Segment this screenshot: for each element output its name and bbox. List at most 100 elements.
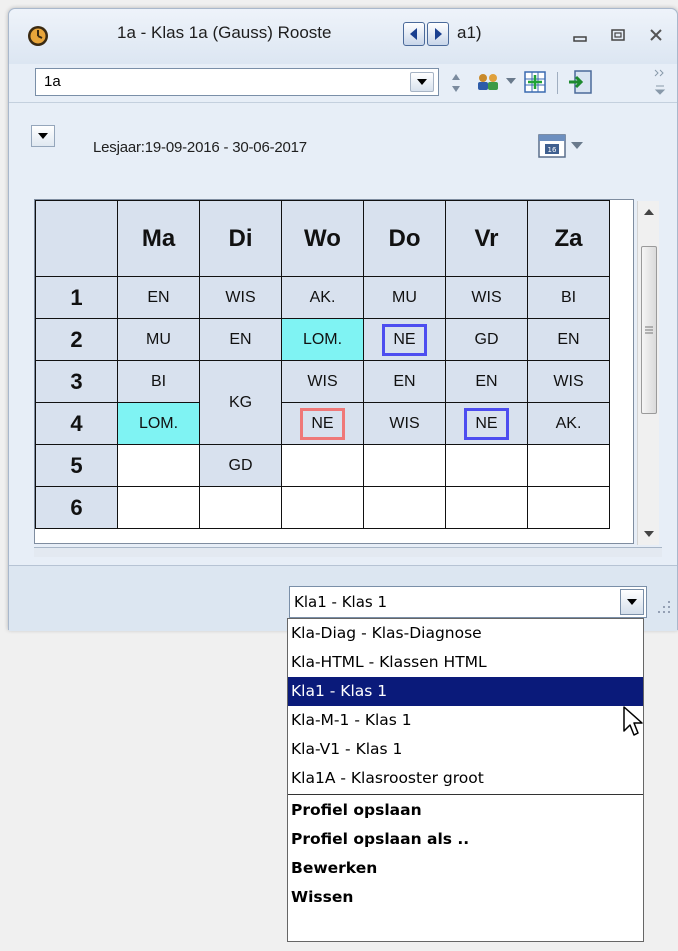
- info-bar: Lesjaar:19-09-2016 - 30-06-2017 16: [9, 102, 677, 198]
- edit-profile-action[interactable]: Bewerken: [288, 854, 643, 883]
- users-dropdown-icon[interactable]: [506, 78, 516, 84]
- window-controls: [569, 25, 667, 45]
- next-arrow-icon[interactable]: [427, 22, 449, 46]
- lesson-cell[interactable]: [281, 486, 364, 529]
- lesson-cell[interactable]: AK.: [527, 402, 610, 445]
- day-header-wo[interactable]: Wo: [281, 200, 364, 277]
- options-dropdown-button[interactable]: [31, 125, 55, 147]
- period-header-6[interactable]: 6: [35, 486, 118, 529]
- grid-icon[interactable]: [524, 71, 546, 93]
- save-profile-as-action[interactable]: Profiel opslaan als ..: [288, 825, 643, 854]
- grip-lines-icon: [645, 326, 653, 334]
- clock-app-icon: [28, 26, 48, 46]
- lesson-cell[interactable]: EN: [527, 318, 610, 361]
- lesson-cell[interactable]: [117, 444, 200, 487]
- lesson-cell[interactable]: WIS: [363, 402, 446, 445]
- profile-option[interactable]: Kla-V1 - Klas 1: [288, 735, 643, 764]
- minimize-icon[interactable]: [569, 25, 591, 45]
- calendar-button[interactable]: 16: [534, 128, 594, 162]
- scroll-thumb[interactable]: [641, 246, 657, 414]
- scroll-up-icon[interactable]: [644, 209, 654, 215]
- profile-select-value: Kla1 - Klas 1: [294, 593, 388, 611]
- lesson-cell-conflict[interactable]: NE: [281, 402, 364, 445]
- lesson-cell[interactable]: [445, 444, 528, 487]
- users-icon[interactable]: [476, 72, 500, 92]
- class-select[interactable]: 1a: [35, 68, 439, 96]
- lesson-cell[interactable]: BI: [527, 276, 610, 319]
- lesson-cell-conflict[interactable]: NE: [445, 402, 528, 445]
- resize-grip-icon[interactable]: [655, 600, 671, 614]
- profile-option[interactable]: Kla-HTML - Klassen HTML: [288, 648, 643, 677]
- window-title-tail: a1): [457, 23, 482, 42]
- restore-icon[interactable]: [607, 25, 629, 45]
- profile-option-selected[interactable]: Kla1 - Klas 1: [288, 677, 643, 706]
- lesson-cell[interactable]: [445, 486, 528, 529]
- lesson-label: NE: [464, 407, 509, 440]
- period-header-5[interactable]: 5: [35, 444, 118, 487]
- profile-option[interactable]: Kla1A - Klasrooster groot: [288, 764, 643, 793]
- lesson-cell[interactable]: [199, 486, 282, 529]
- lesson-cell[interactable]: EN: [363, 360, 446, 403]
- lesson-cell[interactable]: LOM.: [117, 402, 200, 445]
- timetable-table: Ma Di Wo Do Vr Za 1 EN WIS AK. MU WIS BI…: [35, 200, 610, 529]
- lesson-cell[interactable]: EN: [445, 360, 528, 403]
- lesson-cell[interactable]: [117, 486, 200, 529]
- lesson-cell[interactable]: AK.: [281, 276, 364, 319]
- period-header-2[interactable]: 2: [35, 318, 118, 361]
- school-year-label: Lesjaar:19-09-2016 - 30-06-2017: [93, 139, 307, 156]
- day-header-ma[interactable]: Ma: [117, 200, 200, 277]
- lesson-cell[interactable]: [527, 444, 610, 487]
- toolbar-separator: [557, 72, 558, 94]
- profile-dropdown-list: Kla-Diag - Klas-Diagnose Kla-HTML - Klas…: [287, 618, 644, 942]
- lesson-cell[interactable]: WIS: [199, 276, 282, 319]
- lesson-cell[interactable]: MU: [117, 318, 200, 361]
- title-bar[interactable]: 1a - Klas 1a (Gauss) Rooste a1): [9, 9, 677, 64]
- scroll-down-icon[interactable]: [644, 531, 654, 537]
- chevron-down-icon[interactable]: [410, 72, 434, 92]
- lesson-label: NE: [300, 407, 345, 440]
- chevron-down-icon: [38, 133, 48, 139]
- day-header-do[interactable]: Do: [363, 200, 446, 277]
- lesson-cell[interactable]: LOM.: [281, 318, 364, 361]
- lesson-cell[interactable]: [281, 444, 364, 487]
- lesson-cell-double[interactable]: KG: [199, 360, 282, 445]
- lesson-cell[interactable]: [527, 486, 610, 529]
- lesson-cell[interactable]: MU: [363, 276, 446, 319]
- exit-icon[interactable]: [567, 69, 593, 95]
- close-icon[interactable]: [645, 25, 667, 45]
- lesson-cell[interactable]: GD: [445, 318, 528, 361]
- delete-profile-action[interactable]: Wissen: [288, 883, 643, 912]
- spinner-icon[interactable]: [449, 70, 463, 96]
- timetable-window: 1a - Klas 1a (Gauss) Rooste a1) 1a Lesja…: [8, 8, 678, 631]
- day-header-vr[interactable]: Vr: [445, 200, 528, 277]
- lesson-cell[interactable]: GD: [199, 444, 282, 487]
- lesson-cell[interactable]: [363, 444, 446, 487]
- lesson-cell[interactable]: WIS: [281, 360, 364, 403]
- lesson-cell[interactable]: EN: [199, 318, 282, 361]
- lesson-cell[interactable]: WIS: [445, 276, 528, 319]
- period-header-1[interactable]: 1: [35, 276, 118, 319]
- profile-option[interactable]: Kla-M-1 - Klas 1: [288, 706, 643, 735]
- horizontal-splitter[interactable]: [34, 547, 662, 557]
- day-header-di[interactable]: Di: [199, 200, 282, 277]
- grid-corner: [35, 200, 118, 277]
- day-header-za[interactable]: Za: [527, 200, 610, 277]
- lesson-cell[interactable]: BI: [117, 360, 200, 403]
- lesson-cell[interactable]: [363, 486, 446, 529]
- toolbar-overflow-icon[interactable]: [653, 66, 667, 96]
- vertical-scrollbar[interactable]: [637, 201, 659, 545]
- dropdown-divider: [288, 794, 643, 795]
- lesson-cell-conflict[interactable]: NE: [363, 318, 446, 361]
- save-profile-action[interactable]: Profiel opslaan: [288, 796, 643, 825]
- period-header-4[interactable]: 4: [35, 402, 118, 445]
- class-select-value: 1a: [44, 73, 61, 90]
- mouse-cursor-icon: [623, 706, 643, 736]
- lesson-cell[interactable]: WIS: [527, 360, 610, 403]
- period-header-3[interactable]: 3: [35, 360, 118, 403]
- toolbar: 1a: [9, 64, 677, 100]
- previous-arrow-icon[interactable]: [403, 22, 425, 46]
- lesson-cell[interactable]: EN: [117, 276, 200, 319]
- chevron-down-icon[interactable]: [620, 589, 644, 615]
- profile-select[interactable]: Kla1 - Klas 1: [289, 586, 647, 618]
- profile-option[interactable]: Kla-Diag - Klas-Diagnose: [288, 619, 643, 648]
